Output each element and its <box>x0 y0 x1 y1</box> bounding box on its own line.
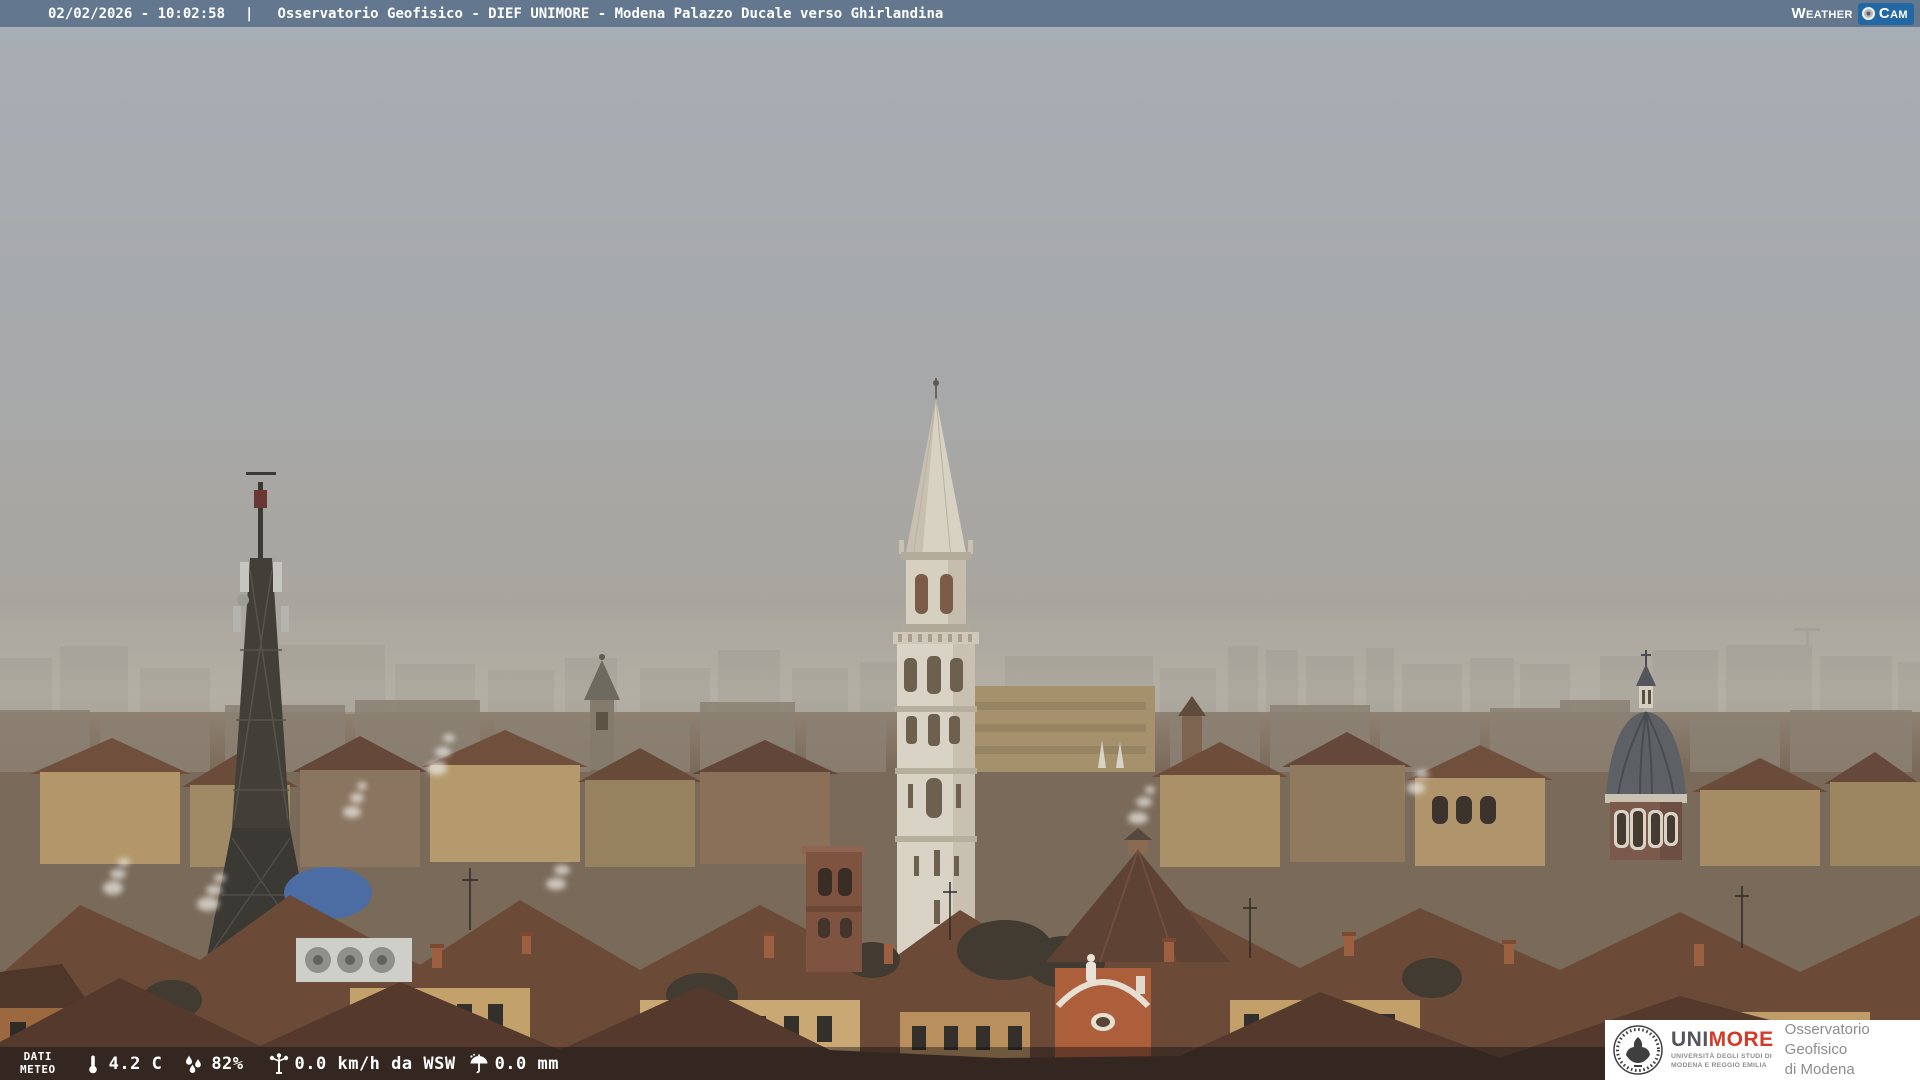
anemometer-icon <box>268 1052 290 1075</box>
meteo-label: DATI METEO <box>20 1049 56 1076</box>
page-title: Osservatorio Geofisico - DIEF UNIMORE - … <box>277 5 944 22</box>
observatory-name-line1: Osservatorio Geofisico <box>1784 1020 1870 1058</box>
logo-cam-text: Cam <box>1878 5 1908 22</box>
humidity-value: 82% <box>211 1053 244 1074</box>
wordmark-uni: UNI <box>1671 1028 1709 1052</box>
statue <box>1087 954 1095 962</box>
datetime-text: 02/02/2026 - 10:02:58 <box>48 5 226 22</box>
university-subtitle-line1: UNIVERSITÀ DEGLI STUDI DI <box>1671 1053 1773 1061</box>
brick-campanile <box>802 846 866 972</box>
wind-value: 0.0 km/h da WSW <box>294 1053 456 1074</box>
precipitation-value: 0.0 mm <box>494 1053 559 1074</box>
university-subtitle-line2: MODENA E REGGIO EMILIA <box>1671 1062 1767 1069</box>
webcam-photo <box>0 0 1920 1080</box>
wordmark-more: MORE <box>1708 1028 1774 1052</box>
humidity-drops-icon <box>182 1053 206 1075</box>
separator-text: | <box>245 5 254 22</box>
camera-lens-icon <box>1861 6 1876 21</box>
weathercam-logo: Weather Cam <box>1791 0 1914 27</box>
unimore-wordmark: UNIMORE UNIVERSITÀ DEGLI STUDI DI MODENA… <box>1671 1029 1774 1071</box>
temperature-value: 4.2 C <box>108 1053 163 1074</box>
logo-cam-tag: Cam <box>1857 2 1914 25</box>
university-subtitle: UNIVERSITÀ DEGLI STUDI DI MODENA E REGGI… <box>1671 1053 1774 1071</box>
meteo-label-line2: METEO <box>20 1062 56 1076</box>
meteo-label-line1: DATI <box>23 1049 53 1063</box>
umbrella-icon <box>468 1053 490 1075</box>
logo-weather-text: Weather <box>1791 5 1853 22</box>
hvac-unit <box>296 938 412 982</box>
observatory-name-line2: di Modena <box>1784 1061 1855 1079</box>
unimore-seal-icon <box>1612 1024 1664 1076</box>
header-bar: 02/02/2026 - 10:02:58 | Osservatorio Geo… <box>0 0 1920 27</box>
wordmark-text: UNIMORE <box>1671 1029 1774 1050</box>
unimore-panel: UNIMORE UNIVERSITÀ DEGLI STUDI DI MODENA… <box>1605 1020 1920 1080</box>
observatory-name: Osservatorio Geofisico di Modena <box>1785 1020 1920 1080</box>
thermometer-icon <box>82 1053 104 1075</box>
